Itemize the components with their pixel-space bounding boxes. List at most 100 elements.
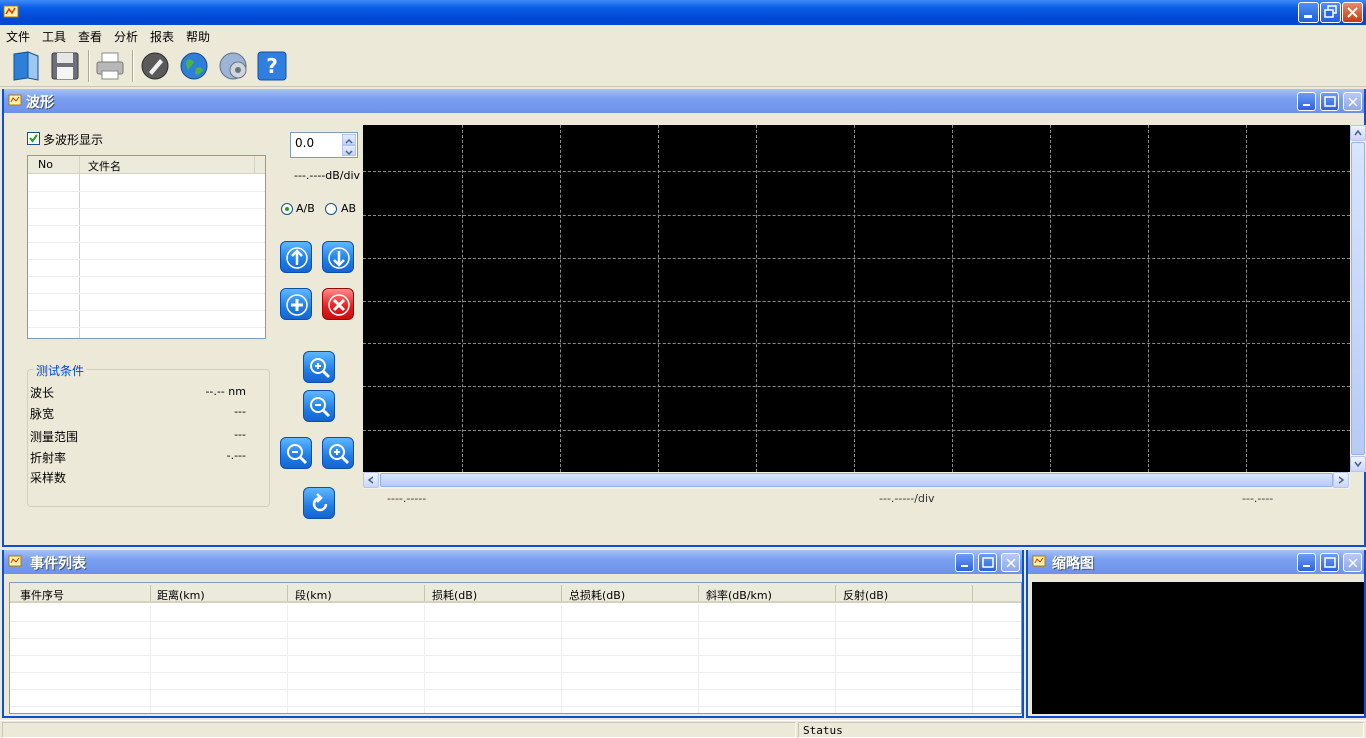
- plot-horizontal-scrollbar[interactable]: [363, 472, 1350, 489]
- waveform-title: 波形: [26, 95, 54, 111]
- radio-a-slash-b-label: A/B: [296, 202, 315, 215]
- table-row-line: [10, 638, 1021, 639]
- thumbnail-close-button[interactable]: [1343, 553, 1362, 572]
- app-icon: [3, 5, 19, 18]
- wavelength-value: --.-- nm: [205, 385, 246, 398]
- arrow-down-icon: [328, 247, 350, 269]
- minimize-button[interactable]: [1298, 2, 1319, 23]
- thumbnail-minimize-button[interactable]: [1297, 553, 1316, 572]
- maximize-icon: [1324, 96, 1336, 107]
- col-total-loss[interactable]: 总损耗(dB): [569, 587, 625, 603]
- status-pane: Status: [798, 722, 1364, 738]
- app-title-bar: [0, 0, 1366, 25]
- col-loss[interactable]: 损耗(dB): [432, 587, 477, 603]
- event-list-title-bar: 事件列表: [4, 550, 1022, 574]
- column-divider: [561, 585, 562, 601]
- close-icon: [1348, 97, 1358, 107]
- horizontal-scroll-thumb[interactable]: [380, 473, 1333, 487]
- vertical-scroll-thumb[interactable]: [1351, 142, 1365, 455]
- scroll-left-button[interactable]: [363, 472, 379, 488]
- events-maximize-button[interactable]: [978, 553, 997, 572]
- zoom-in-vertical-button[interactable]: [303, 351, 335, 383]
- svg-text:?: ?: [266, 54, 278, 78]
- file-list-row-line: [28, 191, 265, 192]
- wavelength-label: 波长: [30, 386, 55, 400]
- radio-a-slash-b[interactable]: [281, 203, 293, 215]
- waveform-maximize-button[interactable]: [1320, 92, 1339, 111]
- events-minimize-button[interactable]: [955, 553, 974, 572]
- col-slope[interactable]: 斜率(dB/km): [706, 587, 772, 603]
- print-icon[interactable]: [94, 50, 126, 82]
- edit-icon[interactable]: [139, 50, 171, 82]
- globe-icon[interactable]: [178, 50, 210, 82]
- open-icon[interactable]: [10, 50, 42, 82]
- add-button[interactable]: [280, 288, 312, 320]
- thumbnail-maximize-button[interactable]: [1320, 553, 1339, 572]
- zoom-out-icon: [287, 444, 308, 465]
- help-icon[interactable]: ?: [256, 50, 288, 82]
- move-up-button[interactable]: [280, 241, 312, 273]
- waveform-close-button[interactable]: [1343, 92, 1362, 111]
- col-no[interactable]: No: [38, 158, 53, 171]
- file-list-header: No 文件名: [28, 156, 265, 174]
- menu-tools[interactable]: 工具: [42, 28, 66, 45]
- close-button[interactable]: [1342, 2, 1363, 23]
- col-segment[interactable]: 段(km): [295, 587, 332, 603]
- status-bar: Status: [0, 720, 1366, 738]
- thumbnail-title: 缩略图: [1052, 556, 1094, 572]
- menu-view[interactable]: 查看: [78, 28, 102, 45]
- zoom-out-horizontal-button[interactable]: [280, 437, 312, 469]
- chevron-down-icon: [1354, 461, 1362, 468]
- scroll-down-button[interactable]: [1350, 456, 1366, 472]
- radio-ab[interactable]: [325, 203, 337, 215]
- col-reflection[interactable]: 反射(dB): [843, 587, 888, 603]
- waveform-plot[interactable]: [363, 125, 1350, 472]
- col-filename[interactable]: 文件名: [88, 158, 121, 174]
- waveform-minimize-button[interactable]: [1297, 92, 1316, 111]
- thumbnail-view[interactable]: [1032, 582, 1364, 714]
- events-close-button[interactable]: [1001, 553, 1020, 572]
- plot-vertical-scrollbar[interactable]: [1350, 125, 1366, 472]
- spin-down-button[interactable]: [342, 145, 356, 156]
- col-event-no[interactable]: 事件序号: [20, 587, 64, 603]
- restore-button[interactable]: [1320, 2, 1341, 23]
- arrow-up-icon: [286, 247, 308, 269]
- event-table[interactable]: 事件序号 距离(km) 段(km) 损耗(dB) 总损耗(dB) 斜率(dB/k…: [9, 582, 1022, 714]
- menu-help[interactable]: 帮助: [186, 28, 210, 45]
- table-col-line: [150, 605, 151, 713]
- zoom-out-vertical-button[interactable]: [303, 390, 335, 422]
- table-row-line: [10, 672, 1021, 673]
- db-scale-spinbox[interactable]: 0.0: [290, 132, 358, 158]
- menu-report[interactable]: 报表: [150, 28, 174, 45]
- scroll-up-button[interactable]: [1350, 125, 1366, 141]
- file-list-col-divider: [254, 156, 255, 174]
- multi-wave-checkbox[interactable]: [27, 132, 40, 145]
- settings-globe-icon[interactable]: [217, 50, 249, 82]
- file-list-row-line: [28, 208, 265, 209]
- zoom-in-horizontal-button[interactable]: [322, 437, 354, 469]
- save-icon[interactable]: [49, 50, 81, 82]
- file-list-row-line: [28, 225, 265, 226]
- menu-analyze[interactable]: 分析: [114, 28, 138, 45]
- x-axis-right-value: ---.----: [1242, 492, 1274, 505]
- waveform-window: 波形 多波形显示 No 文件名 测试条件 波长 --.-- nm 脉宽 --- …: [2, 89, 1366, 547]
- event-table-header: 事件序号 距离(km) 段(km) 损耗(dB) 总损耗(dB) 斜率(dB/k…: [10, 583, 1021, 603]
- spin-up-button[interactable]: [342, 134, 356, 145]
- menu-file[interactable]: 文件: [6, 28, 30, 45]
- grid-line: [854, 125, 855, 472]
- test-conditions-group: 测试条件 波长 --.-- nm 脉宽 --- 测量范围 --- 折射率 -.-…: [27, 362, 270, 507]
- table-row-line: [10, 689, 1021, 690]
- column-divider: [972, 585, 973, 601]
- move-down-button[interactable]: [322, 241, 354, 273]
- file-list-row-line: [28, 293, 265, 294]
- delete-button[interactable]: [322, 288, 354, 320]
- grid-line: [952, 125, 953, 472]
- scroll-right-button[interactable]: [1333, 472, 1349, 488]
- col-distance[interactable]: 距离(km): [157, 587, 205, 603]
- reset-button[interactable]: [303, 487, 335, 519]
- file-list[interactable]: No 文件名: [27, 155, 266, 339]
- grid-line: [363, 301, 1350, 302]
- grid-line: [756, 125, 757, 472]
- column-divider: [698, 585, 699, 601]
- minimize-icon: [1303, 565, 1310, 567]
